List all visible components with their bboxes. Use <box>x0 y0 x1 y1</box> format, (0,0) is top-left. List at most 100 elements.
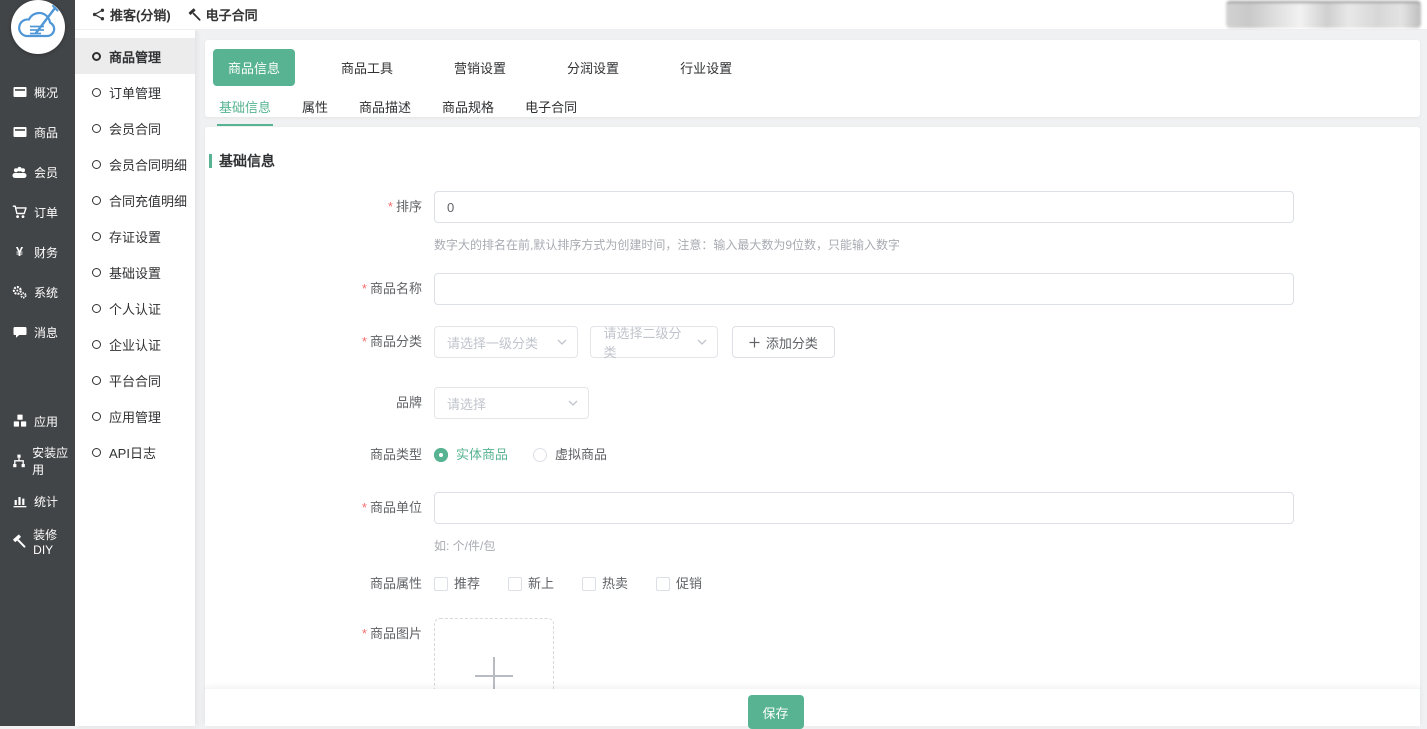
sidebar-item-stats[interactable]: 统计 <box>0 481 75 521</box>
apps-cubes-icon <box>11 414 28 428</box>
category-label: *商品分类 <box>205 326 434 358</box>
checkbox-label: 推荐 <box>454 574 480 594</box>
form-row-unit: *商品单位 如: 个/件/包 <box>205 492 1420 554</box>
submenu-item-label: 商品管理 <box>109 47 161 66</box>
sidebar-item-decorate-diy[interactable]: 装修DIY <box>0 521 75 561</box>
sidebar-item-finance[interactable]: ¥ 财务 <box>0 232 75 272</box>
sidebar-item-label: 装修DIY <box>33 526 75 557</box>
sidebar-item-install-apps[interactable]: 安装应用 <box>0 441 75 481</box>
system-gears-icon <box>11 285 28 299</box>
orders-cart-icon <box>11 205 28 219</box>
main-content: 商品信息 商品工具 营销设置 分润设置 行业设置 基础信息 属性 商品描述 商品… <box>195 30 1427 726</box>
select-placeholder: 请选择 <box>447 394 486 413</box>
radio-unselected-icon <box>533 448 547 462</box>
checkbox-hot[interactable]: 热卖 <box>582 574 628 594</box>
form-row-attributes: 商品属性 推荐 新上 热卖 <box>205 574 1420 594</box>
brand-label: 品牌 <box>205 387 434 419</box>
select-placeholder: 请选择一级分类 <box>447 333 538 352</box>
tab-industry-settings[interactable]: 行业设置 <box>665 49 747 86</box>
form-row-product-type: 商品类型 实体商品 虚拟商品 <box>205 445 1420 465</box>
sidebar-item-messages[interactable]: 消息 <box>0 312 75 352</box>
submenu-item-label: 会员合同 <box>109 119 161 138</box>
subtab-product-spec[interactable]: 商品规格 <box>440 89 496 126</box>
decorate-hammer-icon <box>11 534 27 548</box>
submenu-item-app-management[interactable]: 应用管理 <box>75 398 195 434</box>
chevron-down-icon <box>697 339 707 345</box>
sidebar-item-orders[interactable]: 订单 <box>0 192 75 232</box>
sidebar-item-members[interactable]: 会员 <box>0 152 75 192</box>
submenu-item-enterprise-auth[interactable]: 企业认证 <box>75 326 195 362</box>
sidebar-item-system[interactable]: 系统 <box>0 272 75 312</box>
submenu-item-order-management[interactable]: 订单管理 <box>75 74 195 110</box>
tab-product-tools[interactable]: 商品工具 <box>326 49 408 86</box>
category-level1-select[interactable]: 请选择一级分类 <box>434 326 578 358</box>
chevron-down-icon <box>557 339 567 345</box>
unit-hint: 如: 个/件/包 <box>434 537 1420 554</box>
sidebar-item-overview[interactable]: 概况 <box>0 72 75 112</box>
sidebar-item-label: 应用 <box>34 413 58 430</box>
subtab-attributes[interactable]: 属性 <box>300 89 330 126</box>
product-name-input[interactable] <box>434 273 1294 305</box>
submenu-item-label: API日志 <box>109 443 156 462</box>
category-level2-select[interactable]: 请选择二级分类 <box>590 326 718 358</box>
sort-hint: 数字大的排名在前,默认排序方式为创建时间，注意：输入最大数为9位数，只能输入数字 <box>434 236 1420 253</box>
submenu-item-evidence-settings[interactable]: 存证设置 <box>75 218 195 254</box>
submenu-item-label: 合同充值明细 <box>109 191 187 210</box>
submenu-item-api-log[interactable]: API日志 <box>75 434 195 470</box>
topbar-item-econtract[interactable]: 电子合同 <box>188 5 258 24</box>
submenu-item-member-contract[interactable]: 会员合同 <box>75 110 195 146</box>
unit-input[interactable] <box>434 492 1294 524</box>
image-upload-box[interactable] <box>434 618 554 690</box>
footer-bar: 保存 <box>205 689 1420 726</box>
checkbox-label: 新上 <box>528 574 554 594</box>
form-row-product-image: *商品图片 <box>205 618 1420 690</box>
radio-physical-product[interactable]: 实体商品 <box>434 445 508 465</box>
logo[interactable] <box>0 0 75 58</box>
sidebar-item-label: 财务 <box>34 244 58 261</box>
tab-marketing-settings[interactable]: 营销设置 <box>439 49 521 86</box>
form-card: 基础信息 *排序 数字大的排名在前,默认排序方式为创建时间，注意：输入最大数为9… <box>205 127 1420 690</box>
submenu-item-label: 会员合同明细 <box>109 155 187 174</box>
brand-select[interactable]: 请选择 <box>434 387 589 419</box>
radio-label: 虚拟商品 <box>555 445 607 465</box>
submenu-item-label: 企业认证 <box>109 335 161 354</box>
submenu-item-personal-auth[interactable]: 个人认证 <box>75 290 195 326</box>
radio-selected-icon <box>434 448 448 462</box>
main-sidebar: 概况 商品 会员 订单 ¥ 财务 系统 <box>0 0 75 726</box>
add-category-label: 添加分类 <box>766 333 818 352</box>
topbar-item-distribution[interactable]: 推客(分销) <box>92 5 171 24</box>
form-row-sort: *排序 数字大的排名在前,默认排序方式为创建时间，注意：输入最大数为9位数，只能… <box>205 191 1420 253</box>
tab-profit-settings[interactable]: 分润设置 <box>552 49 634 86</box>
sidebar-item-goods[interactable]: 商品 <box>0 112 75 152</box>
circle-icon <box>92 88 101 97</box>
checkbox-icon <box>656 577 670 591</box>
checkbox-new[interactable]: 新上 <box>508 574 554 594</box>
section-header: 基础信息 <box>209 151 1420 171</box>
subtab-product-description[interactable]: 商品描述 <box>357 89 413 126</box>
checkbox-label: 热卖 <box>602 574 628 594</box>
submenu-item-member-contract-detail[interactable]: 会员合同明细 <box>75 146 195 182</box>
tabs-card: 商品信息 商品工具 营销设置 分润设置 行业设置 基础信息 属性 商品描述 商品… <box>205 40 1420 117</box>
attributes-label: 商品属性 <box>205 574 434 594</box>
sort-input[interactable] <box>434 191 1294 223</box>
topbar-item-label: 电子合同 <box>206 5 258 24</box>
submenu-item-product-management[interactable]: 商品管理 <box>75 38 195 74</box>
sidebar-item-apps[interactable]: 应用 <box>0 401 75 441</box>
checkbox-promo[interactable]: 促销 <box>656 574 702 594</box>
submenu-item-contract-recharge-detail[interactable]: 合同充值明细 <box>75 182 195 218</box>
unit-label: *商品单位 <box>205 492 434 554</box>
circle-icon <box>92 160 101 169</box>
subtab-econtract[interactable]: 电子合同 <box>523 89 579 126</box>
tab-product-info[interactable]: 商品信息 <box>213 49 295 86</box>
main-tabs: 商品信息 商品工具 营销设置 分润设置 行业设置 <box>213 49 1412 86</box>
submenu-item-basic-settings[interactable]: 基础设置 <box>75 254 195 290</box>
save-button[interactable]: 保存 <box>748 695 804 729</box>
subtab-basic-info[interactable]: 基础信息 <box>217 89 273 126</box>
add-category-button[interactable]: 添加分类 <box>732 326 835 358</box>
section-title: 基础信息 <box>219 151 275 171</box>
radio-virtual-product[interactable]: 虚拟商品 <box>533 445 607 465</box>
submenu-item-label: 应用管理 <box>109 407 161 426</box>
sidebar-item-label: 概况 <box>34 84 58 101</box>
submenu-item-platform-contract[interactable]: 平台合同 <box>75 362 195 398</box>
checkbox-recommend[interactable]: 推荐 <box>434 574 480 594</box>
